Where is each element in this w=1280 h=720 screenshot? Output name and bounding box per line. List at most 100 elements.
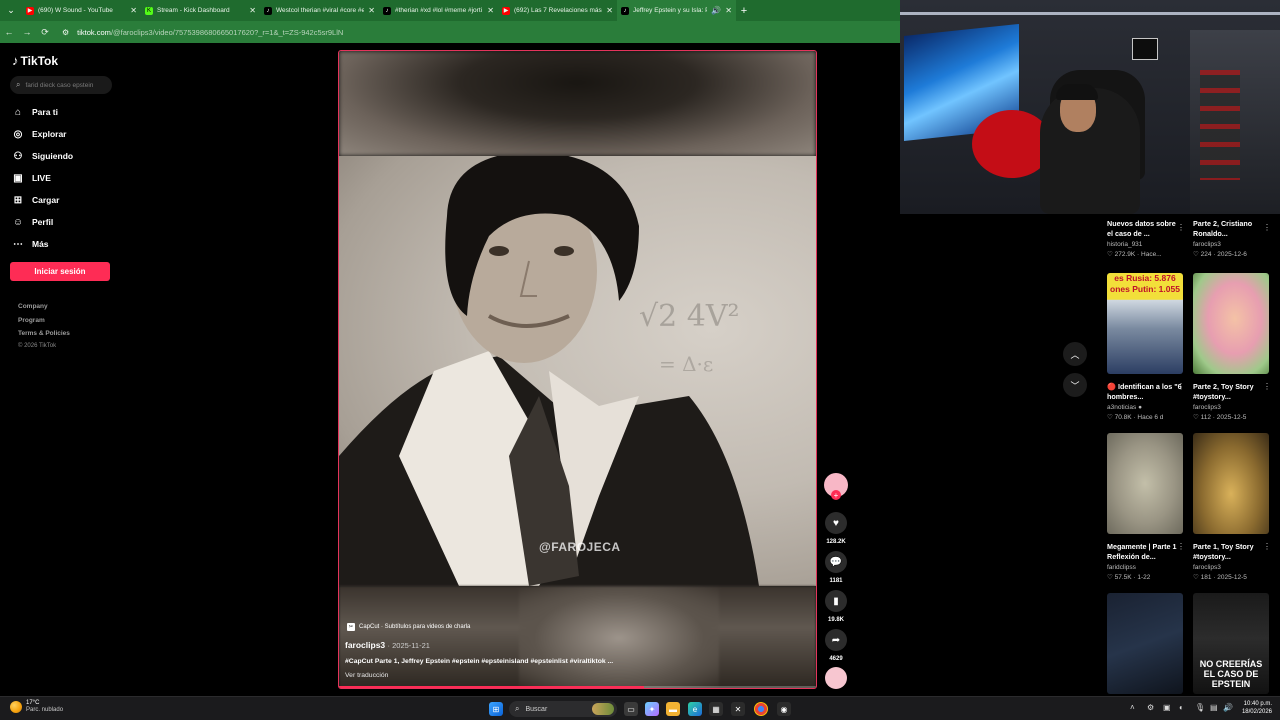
nav-item-siguiendo[interactable]: ⚇ Siguiendo (12, 150, 74, 162)
tiktok-icon: ♪ (264, 6, 272, 15)
share-icon: ➦ (825, 629, 847, 651)
more-options-icon[interactable]: ⋮ (1263, 382, 1271, 391)
related-video[interactable]: Parte 2, Cristiano Ronaldo... faroclips3… (1193, 219, 1271, 258)
youtube-icon: ▶ (26, 6, 34, 15)
footer-link-program[interactable]: Program (18, 317, 45, 324)
site-info-icon[interactable]: ⚙ (62, 28, 69, 37)
taskbar-search[interactable]: ⌕ Buscar (509, 701, 617, 717)
system-clock[interactable]: 10:40 p.m. 18/02/2026 (1242, 700, 1272, 716)
nav-item-explorar[interactable]: ◎ Explorar (12, 128, 67, 140)
related-video[interactable]: NO CREERÍAS EL CASO DE EPSTEIN (1193, 593, 1269, 694)
tray-chevron-up-icon[interactable]: ˄ (1130, 703, 1135, 712)
more-options-icon[interactable]: ⋮ (1177, 542, 1185, 551)
windows-taskbar: 17°C Parc. nublado ⊞ ⌕ Buscar ▭ ✦ ▬ e ▦ ✕ … (0, 696, 1280, 720)
save-button[interactable]: ▮ 19.8K (824, 590, 848, 623)
capcut-tag[interactable]: ✂ CapCut · Subtítulos para videos de char… (347, 623, 470, 631)
comment-button[interactable]: 💬 1181 (824, 551, 848, 584)
nav-item-perfil[interactable]: ☺ Perfil (12, 216, 53, 228)
tray-app-icon[interactable]: ▣ (1163, 703, 1171, 712)
music-disc[interactable] (825, 667, 847, 689)
upload-icon: ⊞ (13, 194, 23, 206)
microphone-icon[interactable]: 🎙 (1195, 703, 1205, 712)
video-caption[interactable]: #CapCut Parte 1, Jeffrey Epstein #epstei… (345, 658, 613, 665)
related-video[interactable]: Parte 1, Toy Story #toystory... faroclip… (1193, 433, 1271, 581)
speaker-icon[interactable]: 🔊 (711, 6, 721, 15)
translate-link[interactable]: Ver traducción (345, 672, 388, 679)
tiktok-icon: ♪ (621, 6, 629, 15)
store-icon[interactable]: ▦ (709, 702, 723, 716)
task-view-icon[interactable]: ▭ (624, 702, 638, 716)
login-button[interactable]: Iniciar sesión (10, 262, 110, 281)
more-options-icon[interactable]: ⋮ (1263, 223, 1271, 232)
related-video[interactable] (1107, 593, 1183, 694)
previous-video-button[interactable]: ︿ (1063, 342, 1087, 366)
back-icon[interactable]: ← (0, 27, 18, 37)
heart-icon: ♥ (825, 512, 847, 534)
windows-start-icon[interactable]: ⊞ (489, 702, 503, 716)
chevron-down-icon: ﹀ (1070, 380, 1080, 391)
related-video[interactable]: es Rusia: 5.876 ones Putin: 1.055 🔴 Iden… (1107, 273, 1185, 421)
close-tab-icon[interactable]: ✕ (606, 6, 613, 15)
weather-widget[interactable]: 17°C Parc. nublado (10, 700, 63, 714)
portrait-image: √2 4V² = Δ·ε (339, 156, 759, 586)
author-avatar[interactable]: + (824, 473, 848, 500)
tray-app-icon[interactable]: ⚙ (1147, 703, 1154, 712)
close-tab-icon[interactable]: ✕ (130, 6, 137, 15)
video-progress-bar[interactable] (339, 686, 816, 688)
capcut-app-icon[interactable]: ✕ (731, 702, 745, 716)
related-video[interactable]: Nuevos datos sobre el caso de ... histor… (1107, 219, 1185, 258)
weather-icon (10, 701, 22, 713)
copyright: © 2026 TikTok (18, 343, 57, 349)
youtube-icon: ▶ (502, 6, 510, 15)
follow-plus-icon[interactable]: + (831, 490, 841, 500)
video-blur-top (339, 51, 816, 156)
next-video-button[interactable]: ﹀ (1063, 373, 1087, 397)
more-options-icon[interactable]: ⋮ (1177, 382, 1185, 391)
more-icon: ⋯ (13, 238, 23, 250)
related-video[interactable]: Megamente | Parte 1 Reflexión de... fari… (1107, 433, 1185, 581)
copilot-icon[interactable]: ✦ (645, 702, 659, 716)
nav-item-cargar[interactable]: ⊞ Cargar (12, 194, 60, 206)
browser-tab[interactable]: K Stream - Kick Dashboard ✕ (141, 0, 260, 21)
profile-icon: ☺ (12, 216, 24, 228)
more-options-icon[interactable]: ⋮ (1177, 223, 1185, 232)
like-button[interactable]: ♥ 128.2K (824, 512, 848, 545)
url-field[interactable]: ⚙ tiktok.com/@faroclips3/video/757539868… (62, 28, 343, 37)
footer-link-company[interactable]: Company (18, 303, 48, 310)
share-button[interactable]: ➦ 4629 (824, 629, 848, 662)
reload-icon[interactable]: ⟳ (36, 27, 54, 38)
nav-item-mas[interactable]: ⋯ Más (12, 238, 49, 250)
video-thumbnail: NO CREERÍAS EL CASO DE EPSTEIN (1193, 593, 1269, 694)
search-input[interactable]: ⌕ farid dieck caso epstein (10, 76, 112, 94)
nav-item-live[interactable]: ▣ LIVE (12, 172, 51, 184)
kick-icon: K (145, 6, 153, 15)
more-options-icon[interactable]: ⋮ (1263, 542, 1271, 551)
footer-link-terms[interactable]: Terms & Policies (18, 330, 70, 337)
tab-search-icon[interactable]: ⌄ (0, 0, 22, 21)
browser-tab[interactable]: ▶ (692) Las 7 Revelaciones más p ✕ (498, 0, 617, 21)
close-tab-icon[interactable]: ✕ (368, 6, 375, 15)
video-blur-bottom (339, 586, 816, 688)
edge-icon[interactable]: e (688, 702, 702, 716)
video-author[interactable]: faroclips3 · 2025-11-21 (345, 640, 430, 650)
file-explorer-icon[interactable]: ▬ (666, 702, 680, 716)
new-tab-button[interactable]: + (736, 5, 752, 17)
chrome-icon[interactable] (754, 702, 768, 716)
close-tab-icon[interactable]: ✕ (487, 6, 494, 15)
volume-icon[interactable]: 🔊 (1223, 703, 1233, 712)
browser-tab[interactable]: ▶ (690) W Sound - YouTube ✕ (22, 0, 141, 21)
video-progress-fill (339, 686, 645, 688)
obs-icon[interactable]: ◉ (777, 702, 791, 716)
related-video[interactable]: Parte 2, Toy Story #toystory... faroclip… (1193, 273, 1271, 421)
browser-tab-active[interactable]: ♪ Jeffrey Epstein y su Isla: Par 🔊 ✕ (617, 0, 736, 21)
close-tab-icon[interactable]: ✕ (725, 6, 732, 15)
close-tab-icon[interactable]: ✕ (249, 6, 256, 15)
forward-icon[interactable]: → (18, 27, 36, 37)
tiktok-logo[interactable]: ♪ TikTok (12, 53, 58, 68)
nav-item-para-ti[interactable]: ⌂ Para ti (12, 106, 58, 118)
video-player[interactable]: √2 4V² = Δ·ε @FAROJECA ✂ CapCut · Subtítu… (338, 50, 817, 689)
browser-tab[interactable]: ♪ #therian #xd #lol #meme #jorti ✕ (379, 0, 498, 21)
network-icon[interactable]: ▤ (1210, 703, 1218, 712)
tray-app-icon[interactable]: ◐ (1179, 703, 1184, 712)
browser-tab[interactable]: ♪ Westcol therian #viral #core #e ✕ (260, 0, 379, 21)
